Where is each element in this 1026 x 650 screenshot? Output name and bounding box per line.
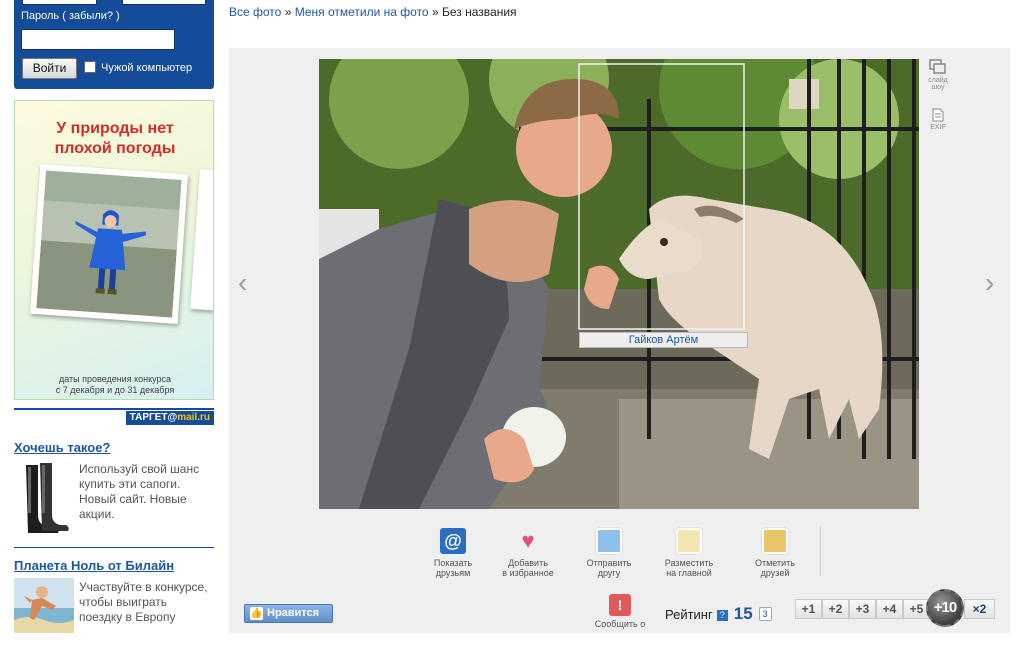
rating: Рейтинг? 15 3	[665, 604, 772, 624]
send-photo-icon	[596, 528, 622, 554]
password-field[interactable]	[21, 29, 175, 50]
show-friends-action[interactable]: @ Показать друзьям	[422, 528, 484, 578]
place-on-main-icon	[676, 528, 702, 554]
foreign-computer-label: Чужой компьютер	[101, 62, 193, 74]
promo-divider	[14, 547, 214, 548]
slideshow-icon	[929, 59, 946, 74]
ad-source-bar: ТАРГЕТ@mail.ru	[14, 408, 214, 425]
breadcrumb-tagged-photos[interactable]: Меня отметили на фото	[295, 5, 429, 19]
tag-friends-icon	[762, 528, 788, 554]
ad-dates-line2: с 7 декабря и до 31 декабря	[55, 385, 175, 395]
add-to-favorites-action[interactable]: ♥ Добавить в избранное	[497, 528, 559, 578]
login-field[interactable]	[22, 0, 97, 5]
previous-photo-arrow[interactable]: ‹	[238, 268, 247, 298]
report-violation-action[interactable]: ! Сообщить о нарушении	[589, 594, 651, 629]
target-mail-label[interactable]: ТАРГЕТ@mail.ru	[125, 411, 214, 425]
exclamation-icon: !	[609, 594, 631, 616]
rating-label: Рейтинг	[665, 607, 713, 622]
rate-plus-10-button[interactable]: +10	[926, 589, 964, 627]
send-to-friend-action[interactable]: Отправить другу	[578, 528, 640, 578]
boots-image[interactable]	[20, 461, 70, 535]
ad-photo	[29, 164, 189, 324]
thumbs-up-icon: 👍	[250, 607, 263, 620]
foreign-computer-checkbox[interactable]	[84, 61, 96, 73]
photo-image	[319, 59, 919, 509]
rating-help-icon[interactable]: ?	[716, 610, 728, 621]
main-photo[interactable]	[319, 59, 919, 509]
password-label: Пароль	[21, 10, 60, 22]
login-box: Пароль ( забыли? ) Войти Чужой компьютер	[14, 0, 214, 89]
place-on-main-action[interactable]: Разместить на главной	[658, 528, 720, 578]
page: Пароль ( забыли? ) Войти Чужой компьютер…	[0, 0, 1026, 650]
forgot-password-link[interactable]: ( забыли? )	[62, 10, 120, 22]
ad-banner[interactable]: У природы нет плохой погоды даты проведе…	[14, 100, 214, 400]
breadcrumb-current: Без названия	[441, 5, 517, 19]
photo-tag-label[interactable]: Гайков Артём	[579, 332, 748, 348]
like-button[interactable]: 👍 Нравится	[244, 604, 333, 623]
beach-image[interactable]	[14, 578, 74, 633]
rate-plus-1-button[interactable]: +1	[795, 599, 822, 619]
at-sign-icon: @	[440, 528, 466, 554]
ad-photo-back	[190, 169, 213, 313]
heart-plus-icon: ♥	[521, 528, 535, 553]
slideshow-button[interactable]: слайд шоу	[927, 59, 949, 91]
next-photo-arrow[interactable]: ›	[985, 268, 994, 298]
tag-friends-action[interactable]: Отметить друзей	[744, 528, 806, 578]
promo-title-beeline[interactable]: Планета Ноль от Билайн	[14, 558, 174, 573]
login-button[interactable]: Войти	[22, 58, 77, 79]
rate-plus-4-button[interactable]: +4	[876, 599, 903, 619]
actions-divider	[820, 526, 821, 576]
document-icon	[932, 108, 944, 122]
exif-button[interactable]: EXIF	[927, 108, 949, 131]
rate-plus-3-button[interactable]: +3	[849, 599, 876, 619]
domain-select[interactable]	[122, 0, 206, 5]
rate-plus-2-button[interactable]: +2	[822, 599, 849, 619]
promo-text-boots: Используй свой шанс купить эти сапоги. Н…	[79, 462, 200, 521]
child-in-raincoat-image	[36, 170, 182, 318]
rating-value: 15	[733, 604, 753, 623]
comments-count-badge[interactable]: 3	[758, 607, 772, 621]
promo-title-boots[interactable]: Хочешь такое?	[14, 440, 110, 455]
ad-headline: У природы нет плохой погоды	[54, 120, 176, 157]
rate-x2-button[interactable]: ×2	[964, 599, 995, 619]
breadcrumb: Все фото » Меня отметили на фото » Без н…	[229, 5, 517, 19]
promo-text-beeline: Участвуйте в конкурсе, чтобы выиграть по…	[79, 580, 208, 624]
ad-dates-line1: даты проведения конкурса	[58, 374, 172, 384]
breadcrumb-all-photos[interactable]: Все фото	[229, 5, 281, 19]
